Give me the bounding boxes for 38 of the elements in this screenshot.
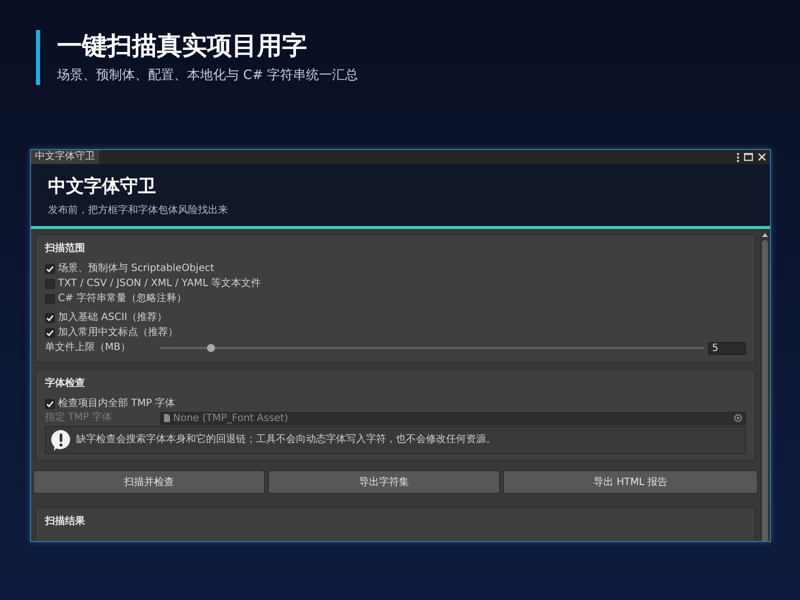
field-label: 指定 TMP 字体 (45, 412, 114, 424)
checkbox-label: 场景、预制体与 ScriptableObject (58, 262, 214, 274)
action-button[interactable]: 导出 HTML 报告 (503, 470, 758, 494)
action-button[interactable]: 扫描并检查 (33, 470, 265, 494)
info-message: 缺字检查会搜索字体本身和它的回退链；工具不会向动态字体写入字符，也不会修改任何资源。 (76, 434, 496, 446)
slider-thumb[interactable] (206, 344, 215, 352)
maximize-icon[interactable] (744, 153, 753, 161)
file-icon (164, 414, 170, 422)
checkbox[interactable] (45, 312, 55, 322)
warning-bubble-icon (51, 430, 71, 450)
scrollbar-thumb[interactable] (762, 240, 768, 541)
section-title: 扫描结果 (45, 516, 86, 528)
action-button[interactable]: 导出字符集 (268, 470, 500, 494)
checkbox-label: 加入基础 ASCII（推荐） (58, 312, 168, 324)
accent-bar (36, 30, 40, 85)
target-icon[interactable] (734, 414, 742, 422)
window-tab[interactable]: 中文字体守卫 (31, 150, 99, 164)
checkbox[interactable] (45, 398, 55, 408)
checkbox-label: C# 字符串常量（忽略注释） (58, 292, 187, 304)
window-heading: 中文字体守卫 (48, 176, 157, 198)
page-subtitle: 场景、预制体、配置、本地化与 C# 字符串统一汇总 (57, 68, 358, 84)
checkbox[interactable] (45, 264, 55, 274)
scrollbar[interactable] (760, 229, 770, 541)
section-title: 字体检查 (45, 378, 86, 390)
section-title: 扫描范围 (45, 243, 86, 255)
checkbox[interactable] (45, 328, 55, 338)
checkbox-label: TXT / CSV / JSON / XML / YAML 等文本文件 (58, 278, 262, 290)
page-title: 一键扫描真实项目用字 (57, 30, 308, 62)
number-field[interactable]: 5 (708, 342, 746, 354)
scroll-up-icon[interactable] (762, 233, 768, 237)
close-icon[interactable] (758, 153, 766, 161)
window-subtitle: 发布前，把方框字和字体包体风险找出来 (48, 205, 229, 217)
checkbox[interactable] (45, 294, 55, 304)
checkbox[interactable] (45, 278, 55, 288)
field-value: None (TMP_Font Asset) (173, 412, 288, 424)
checkbox-label: 加入常用中文标点（推荐） (58, 326, 178, 338)
checkbox-label: 检查项目内全部 TMP 字体 (58, 398, 176, 410)
slider-label: 单文件上限（MB） (45, 342, 132, 354)
